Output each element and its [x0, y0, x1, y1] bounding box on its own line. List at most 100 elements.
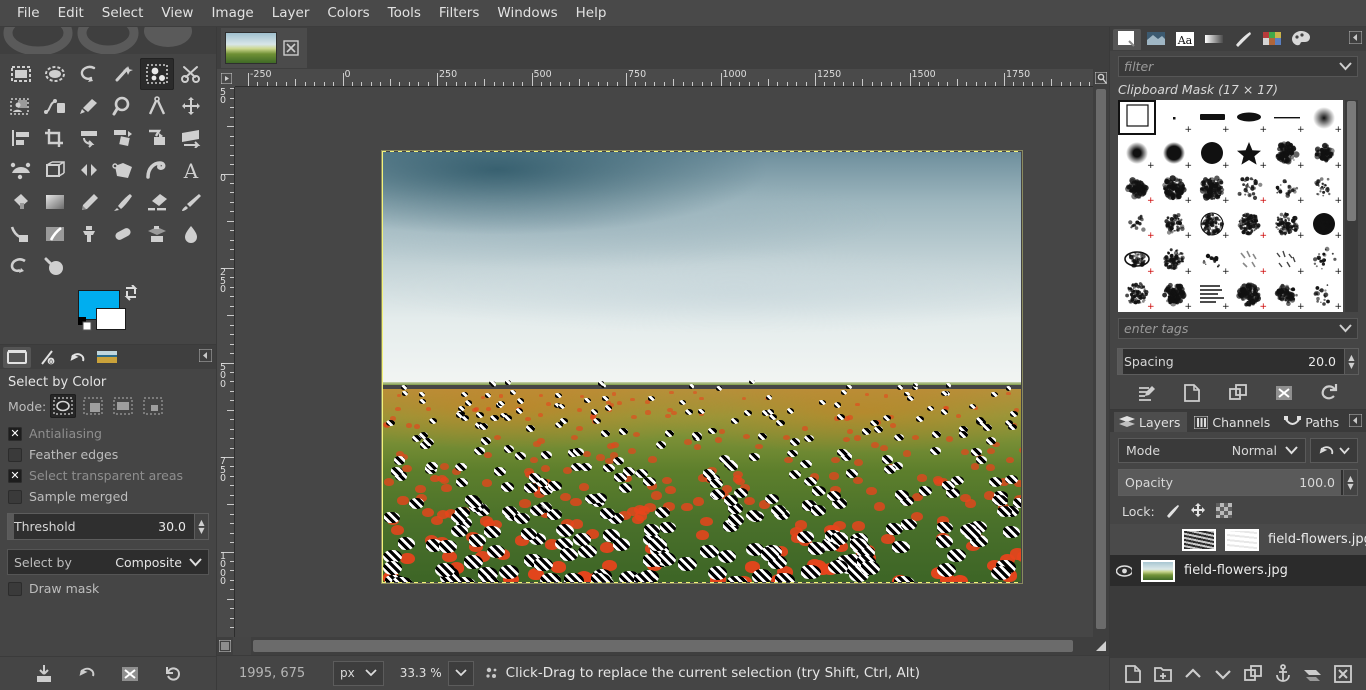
image-tab-field-flowers[interactable]: [221, 28, 307, 68]
brush-hardness-075[interactable]: +: [1156, 135, 1194, 170]
tool-airbrush[interactable]: [174, 186, 208, 218]
tool-foreground-select[interactable]: [4, 90, 38, 122]
brush-chalk-02[interactable]: +: [1193, 171, 1231, 206]
draw-mask-checkbox[interactable]: [8, 581, 22, 596]
tool-shear[interactable]: [140, 122, 174, 154]
brush-hardness-100[interactable]: +: [1193, 135, 1231, 170]
brush-scroll-thumb[interactable]: [1347, 101, 1356, 221]
tool-zoom[interactable]: [106, 90, 140, 122]
brush-noise-01[interactable]: +: [1231, 206, 1269, 241]
tool-alignment[interactable]: [4, 122, 38, 154]
background-color-swatch[interactable]: [96, 308, 126, 330]
layer-blend-space-button[interactable]: [1310, 438, 1358, 463]
menu-select[interactable]: Select: [93, 1, 153, 25]
brush-hardness-050[interactable]: +: [1118, 135, 1156, 170]
brush-dispersion-01[interactable]: +: [1118, 277, 1156, 312]
unit-selector[interactable]: px: [333, 660, 384, 686]
menu-file[interactable]: File: [8, 1, 49, 25]
brush-chalk-01[interactable]: +: [1156, 171, 1194, 206]
horizontal-scroll-thumb[interactable]: [253, 640, 1073, 652]
brush-noise-02[interactable]: +: [1268, 206, 1306, 241]
tab-tool-options[interactable]: [3, 346, 31, 368]
tool-crop[interactable]: [38, 122, 72, 154]
tab-paths[interactable]: Paths: [1279, 412, 1346, 432]
tab-gradients[interactable]: [1200, 29, 1228, 50]
brush-line[interactable]: +: [1268, 100, 1306, 135]
tool-blur-sharpen[interactable]: [174, 218, 208, 250]
tool-eraser[interactable]: [140, 186, 174, 218]
tool-mypaint-brush[interactable]: [38, 218, 72, 250]
menu-colors[interactable]: Colors: [318, 1, 378, 25]
close-icon[interactable]: [283, 40, 299, 56]
brush-pixel[interactable]: +: [1156, 100, 1194, 135]
tool-select-by-color[interactable]: [140, 58, 174, 90]
brush-lines-horizontal[interactable]: +: [1193, 277, 1231, 312]
brush-sparkle-01[interactable]: +: [1306, 241, 1344, 276]
brush-scribble-01[interactable]: +: [1156, 241, 1194, 276]
duplicate-layer-icon[interactable]: [1243, 664, 1263, 684]
dock-menu-icon[interactable]: [1349, 31, 1362, 44]
image-layer-preview[interactable]: [382, 151, 1022, 583]
antialiasing-checkbox[interactable]: [8, 426, 22, 441]
edit-brush-icon[interactable]: [1137, 383, 1157, 403]
horizontal-scrollbar[interactable]: [251, 637, 1093, 655]
chevron-down-icon[interactable]: [1339, 324, 1352, 333]
tab-images[interactable]: [93, 347, 121, 368]
tool-perspective-clone[interactable]: [140, 218, 174, 250]
mode-subtract-from-selection[interactable]: [110, 394, 136, 418]
option-antialiasing[interactable]: Antialiasing: [0, 423, 216, 444]
tab-color[interactable]: [1287, 29, 1315, 50]
tool-fuzzy-select[interactable]: [106, 58, 140, 90]
tool-dodge-burn[interactable]: [38, 250, 72, 282]
dock-menu-icon[interactable]: [1349, 414, 1362, 427]
spacing-slider[interactable]: Spacing 20.0 ▲ ▼: [1117, 348, 1359, 375]
tool-handle-transform[interactable]: [38, 154, 72, 186]
select-by-combo[interactable]: Select by Composite: [7, 549, 209, 575]
tool-paintbrush[interactable]: [106, 186, 140, 218]
tool-free-select[interactable]: [72, 58, 106, 90]
new-layer-group-icon[interactable]: [1153, 664, 1173, 684]
mode-intersect-with-selection[interactable]: [140, 394, 166, 418]
opacity-stepper[interactable]: ▲ ▼: [1343, 469, 1358, 496]
brush-hatch-01[interactable]: +: [1231, 241, 1269, 276]
menu-windows[interactable]: Windows: [488, 1, 566, 25]
save-tool-preset-icon[interactable]: [34, 664, 54, 684]
opacity-value[interactable]: 100.0: [1299, 475, 1343, 490]
layer-mode-combo[interactable]: Mode Normal: [1118, 438, 1306, 463]
tool-measure[interactable]: [140, 90, 174, 122]
brush-grid[interactable]: + + + + + + + + + + + + + + + + + + + + + + + + + + + + + + + + + + +: [1118, 100, 1343, 312]
image-canvas[interactable]: [235, 87, 1093, 637]
quick-mask-button[interactable]: [217, 637, 233, 655]
menu-filters[interactable]: Filters: [430, 1, 488, 25]
tool-warp-transform[interactable]: [140, 154, 174, 186]
threshold-value[interactable]: 30.0: [158, 519, 194, 534]
brush-acrylic-01[interactable]: +: [1268, 135, 1306, 170]
tool-smudge[interactable]: [4, 250, 38, 282]
swap-colors-icon[interactable]: [122, 285, 140, 301]
reset-colors-icon[interactable]: [78, 317, 92, 331]
option-sample-merged[interactable]: Sample merged: [0, 486, 216, 507]
brush-splat-02[interactable]: +: [1268, 171, 1306, 206]
option-draw-mask[interactable]: Draw mask: [0, 578, 216, 599]
tab-device-status[interactable]: 0: [33, 347, 61, 368]
brush-star[interactable]: +: [1231, 135, 1269, 170]
brush-vegetation-01[interactable]: +: [1268, 241, 1306, 276]
layer-list[interactable]: field-flowers.jpg field-flowers.jpg: [1110, 524, 1366, 658]
tool-ink[interactable]: [4, 218, 38, 250]
raise-layer-icon[interactable]: [1183, 664, 1203, 684]
tool-perspective[interactable]: [174, 122, 208, 154]
brush-grid-scrollbar[interactable]: [1345, 100, 1358, 312]
tab-tool-presets[interactable]: [1229, 29, 1257, 50]
brush-dispersion-02[interactable]: +: [1156, 277, 1194, 312]
brush-smear-01[interactable]: +: [1268, 277, 1306, 312]
layer-row-dragging[interactable]: field-flowers.jpg: [1110, 524, 1366, 555]
tool-gradient[interactable]: [38, 186, 72, 218]
tab-palettes[interactable]: [1258, 29, 1286, 50]
brush-smoke-01[interactable]: +: [1231, 277, 1269, 312]
zoom-image-window-button[interactable]: [1093, 69, 1109, 87]
lock-alpha-icon[interactable]: [1215, 503, 1233, 519]
merge-down-icon[interactable]: [1303, 664, 1323, 684]
brush-ellipse-soft[interactable]: +: [1231, 100, 1269, 135]
vertical-scrollbar[interactable]: [1093, 87, 1109, 637]
zoom-dropdown-button[interactable]: [447, 660, 474, 686]
